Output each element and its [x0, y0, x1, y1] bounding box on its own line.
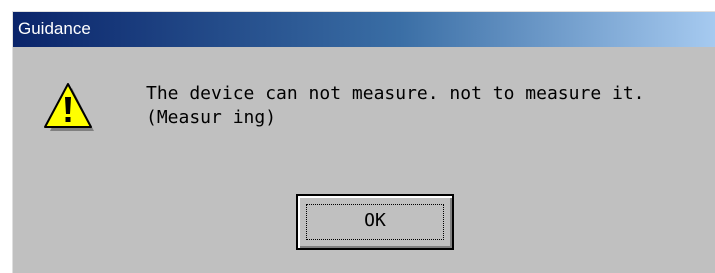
warning-icon [44, 83, 94, 131]
message-line-2: (Measur ing) [146, 107, 277, 128]
title-bar[interactable]: Guidance [13, 12, 715, 47]
dialog-message: The device can not measure. not to measu… [146, 82, 645, 130]
dialog-title: Guidance [18, 19, 91, 38]
message-line-1: The device can not measure. not to measu… [146, 83, 645, 104]
ok-button-label: OK [364, 210, 386, 231]
ok-button[interactable]: OK [296, 194, 454, 250]
guidance-dialog: Guidance The device can not measure. not… [12, 11, 715, 273]
